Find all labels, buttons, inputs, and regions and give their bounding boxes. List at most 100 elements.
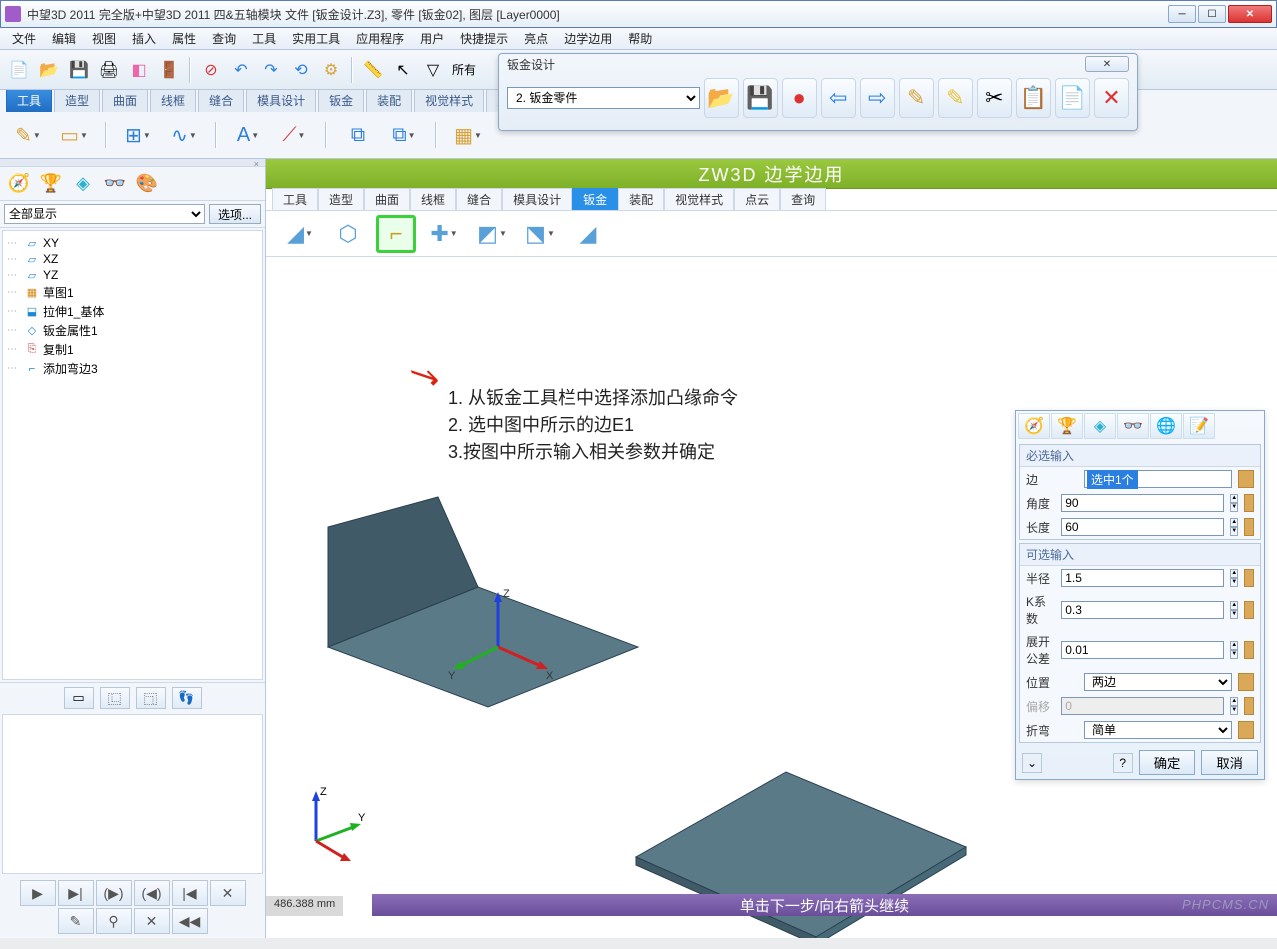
new-icon[interactable]: 📄 xyxy=(6,57,32,83)
tutorial-next-bar[interactable]: 单击下一步/向右箭头继续 xyxy=(372,894,1277,916)
step-fwd-button[interactable]: ▶| xyxy=(58,880,94,906)
tree-filter-select[interactable]: 全部显示 xyxy=(4,204,205,224)
menu-learn[interactable]: 边学边用 xyxy=(556,28,620,49)
mirror-icon[interactable]: ⧉ xyxy=(340,117,376,153)
position-select[interactable]: 两边 xyxy=(1084,673,1232,691)
ft-delete-icon[interactable]: ✕ xyxy=(1094,78,1129,118)
sm-bend-icon[interactable]: ⬔▼ xyxy=(520,215,560,253)
k-side-button[interactable] xyxy=(1244,601,1254,619)
save-icon[interactable]: 💾 xyxy=(66,57,92,83)
manager-icon[interactable]: 🧭 xyxy=(4,170,34,198)
pattern-icon[interactable]: ⧉▼ xyxy=(386,117,422,153)
open-icon[interactable]: 📂 xyxy=(36,57,62,83)
expand-icon[interactable]: ⌄ xyxy=(1022,753,1042,773)
float-toolbar-close[interactable] xyxy=(1085,56,1129,72)
vp-tab-shape[interactable]: 造型 xyxy=(318,188,364,210)
sm-corner-icon[interactable]: ◢ xyxy=(568,215,608,253)
feature-tree[interactable]: ⋯▱XY ⋯▱XZ ⋯▱YZ ⋯▦草图1 ⋯⬓拉伸1_基体 ⋯◇钣金属性1 ⋯⎘… xyxy=(2,230,263,680)
length-side-button[interactable] xyxy=(1244,518,1254,536)
menu-user[interactable]: 用户 xyxy=(412,28,452,49)
sm-tab-icon[interactable]: ◢▼ xyxy=(280,215,320,253)
length-spin-up[interactable]: ▲ xyxy=(1230,518,1238,527)
sm-flange-icon[interactable]: ⌐ xyxy=(376,215,416,253)
menu-highlight[interactable]: 亮点 xyxy=(516,28,556,49)
filter-icon[interactable]: ▽ xyxy=(420,57,446,83)
eraser-icon[interactable]: ◧ xyxy=(126,57,152,83)
ft-record-icon[interactable]: ● xyxy=(782,78,817,118)
ribbon-tab-wireframe[interactable]: 线框 xyxy=(150,88,196,112)
sketch-icon[interactable]: ✎▼ xyxy=(10,117,46,153)
sm-unfold-icon[interactable]: ✚▼ xyxy=(424,215,464,253)
ok-button[interactable]: 确定 xyxy=(1139,750,1196,775)
tool2-button[interactable]: ✎ xyxy=(58,908,94,934)
tree-item-yz[interactable]: ⋯▱YZ xyxy=(5,267,260,283)
help-icon[interactable]: ? xyxy=(1113,753,1133,773)
ft-paste-icon[interactable]: 📄 xyxy=(1055,78,1090,118)
minimize-button[interactable] xyxy=(1168,5,1196,23)
ft-highlight-icon[interactable]: ✎ xyxy=(938,78,973,118)
grid-icon[interactable]: ⊞▼ xyxy=(120,117,156,153)
pp-manager-icon[interactable]: 🧭 xyxy=(1018,413,1050,439)
fast-rew-button[interactable]: (◀) xyxy=(134,880,170,906)
ribbon-tab-surface[interactable]: 曲面 xyxy=(102,88,148,112)
vp-tab-heal[interactable]: 缝合 xyxy=(456,188,502,210)
pp-view-icon[interactable]: 👓 xyxy=(1117,413,1149,439)
sidebar-handle[interactable]: × xyxy=(0,159,265,167)
menu-quicktip[interactable]: 快捷提示 xyxy=(452,28,516,49)
offset-side-button[interactable] xyxy=(1244,697,1254,715)
pp-edit-icon[interactable]: 📝 xyxy=(1183,413,1215,439)
menu-attr[interactable]: 属性 xyxy=(164,28,204,49)
undo-icon[interactable]: ↶ xyxy=(228,57,254,83)
play-button[interactable]: ▶ xyxy=(20,880,56,906)
menu-edit[interactable]: 编辑 xyxy=(44,28,84,49)
mid-icon-2[interactable]: ⿺ xyxy=(100,687,130,709)
ft-cut-icon[interactable]: ✂ xyxy=(977,78,1012,118)
sm-cut-icon[interactable]: ◩▼ xyxy=(472,215,512,253)
position-side-button[interactable] xyxy=(1238,673,1254,691)
k-input[interactable] xyxy=(1061,601,1224,619)
angle-spin-up[interactable]: ▲ xyxy=(1230,494,1238,503)
vp-tab-sheetmetal[interactable]: 钣金 xyxy=(572,188,618,210)
vp-tab-tools[interactable]: 工具 xyxy=(272,188,318,210)
pp-globe-icon[interactable]: 🌐 xyxy=(1150,413,1182,439)
ribbon-tab-mold[interactable]: 模具设计 xyxy=(246,88,316,112)
ft-prev-icon[interactable]: ⇦ xyxy=(821,78,856,118)
bend-select[interactable]: 简单 xyxy=(1084,721,1232,739)
mid-icon-3[interactable]: ⿹ xyxy=(136,687,166,709)
tree-options-button[interactable]: 选项... xyxy=(209,204,261,224)
ribbon-tab-assembly[interactable]: 装配 xyxy=(366,88,412,112)
pp-part-icon[interactable]: 🏆 xyxy=(1051,413,1083,439)
menu-view[interactable]: 视图 xyxy=(84,28,124,49)
tool4-button[interactable]: ✕ xyxy=(134,908,170,934)
dimension-icon[interactable]: ⟋▼ xyxy=(276,117,312,153)
vp-tab-mold[interactable]: 模具设计 xyxy=(502,188,572,210)
sm-box-icon[interactable]: ⬡ xyxy=(328,215,368,253)
menu-query[interactable]: 查询 xyxy=(204,28,244,49)
fast-fwd-button[interactable]: (▶) xyxy=(96,880,132,906)
exit-icon[interactable]: 🚪 xyxy=(156,57,182,83)
view-icon[interactable]: 👓 xyxy=(100,170,130,198)
measure-icon[interactable]: 📏 xyxy=(360,57,386,83)
menu-util[interactable]: 实用工具 xyxy=(284,28,348,49)
menu-tools[interactable]: 工具 xyxy=(244,28,284,49)
curve-icon[interactable]: ∿▼ xyxy=(166,117,202,153)
tree-item-bend3[interactable]: ⋯⌐添加弯边3 xyxy=(5,359,260,378)
redo-icon[interactable]: ↷ xyxy=(258,57,284,83)
sheetmetal-part-select[interactable]: 2. 钣金零件 xyxy=(507,87,700,109)
mid-icon-4[interactable]: 👣 xyxy=(172,687,202,709)
vp-tab-pointcloud[interactable]: 点云 xyxy=(734,188,780,210)
length-input[interactable] xyxy=(1061,518,1224,536)
maximize-button[interactable] xyxy=(1198,5,1226,23)
menu-insert[interactable]: 插入 xyxy=(124,28,164,49)
cancel-button[interactable]: 取消 xyxy=(1201,750,1258,775)
cursor-icon[interactable]: ↖ xyxy=(390,57,416,83)
ft-save-icon[interactable]: 💾 xyxy=(743,78,778,118)
pp-layer-icon[interactable]: ◈ xyxy=(1084,413,1116,439)
rewind-button[interactable]: ◀◀ xyxy=(172,908,208,934)
unfold-input[interactable] xyxy=(1061,641,1224,659)
settings-icon[interactable]: ⚙ xyxy=(318,57,344,83)
menu-file[interactable]: 文件 xyxy=(4,28,44,49)
menu-app[interactable]: 应用程序 xyxy=(348,28,412,49)
vp-tab-wireframe[interactable]: 线框 xyxy=(410,188,456,210)
angle-spin-down[interactable]: ▼ xyxy=(1230,503,1238,512)
